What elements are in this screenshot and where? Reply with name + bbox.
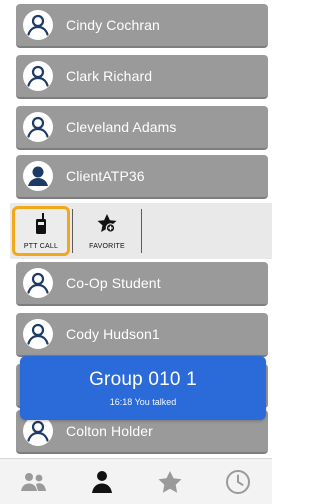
divider: [141, 209, 142, 253]
contact-name: Clark Richard: [66, 68, 153, 84]
contact-row[interactable]: Clark Richard: [16, 55, 268, 99]
star-add-icon: [96, 213, 118, 240]
ptt-call-button[interactable]: PTT CALL: [12, 206, 70, 256]
contact-name: ClientATP36: [66, 168, 145, 184]
tab-contacts[interactable]: [82, 464, 122, 500]
favorite-button[interactable]: FAVORITE: [79, 206, 135, 256]
contact-row[interactable]: Cleveland Adams: [16, 106, 268, 150]
divider: [72, 209, 73, 253]
user-outline-icon: [22, 267, 54, 299]
contact-row-selected[interactable]: ClientATP36: [16, 155, 268, 199]
contact-row[interactable]: Cody Hudson1: [16, 313, 268, 357]
contact-name: Colton Holder: [66, 423, 153, 439]
contact-actions-bar: PTT CALL FAVORITE: [10, 203, 272, 259]
toast-group-name: Group 010 1: [89, 369, 197, 390]
walkie-talkie-icon: [34, 212, 48, 240]
history-icon: [225, 469, 251, 495]
user-filled-icon: [22, 160, 54, 192]
toast-last-activity: 16:18 You talked: [109, 397, 177, 407]
favorite-label: FAVORITE: [89, 242, 125, 250]
contact-name: Cody Hudson1: [66, 326, 160, 342]
user-outline-icon: [22, 111, 54, 143]
tab-favorites[interactable]: [150, 464, 190, 500]
tab-history[interactable]: [218, 464, 258, 500]
contacts-icon: [89, 470, 115, 494]
contact-name: Cleveland Adams: [66, 119, 177, 135]
tab-groups[interactable]: [14, 464, 54, 500]
bottom-tab-bar: [0, 458, 272, 504]
user-outline-icon: [22, 60, 54, 92]
contact-row[interactable]: Cindy Cochran: [16, 4, 268, 48]
groups-icon: [19, 471, 49, 493]
ptt-status-toast[interactable]: Group 010 1 16:18 You talked: [20, 356, 266, 420]
ptt-call-label: PTT CALL: [23, 242, 59, 250]
contact-name: Co-Op Student: [66, 275, 161, 291]
contact-name: Cindy Cochran: [66, 17, 160, 33]
user-outline-icon: [22, 9, 54, 41]
contact-row[interactable]: Co-Op Student: [16, 262, 268, 306]
favorites-icon: [157, 470, 183, 494]
user-outline-icon: [22, 318, 54, 350]
contact-list[interactable]: Cindy Cochran Clark Richard Cleveland Ad…: [0, 0, 272, 458]
